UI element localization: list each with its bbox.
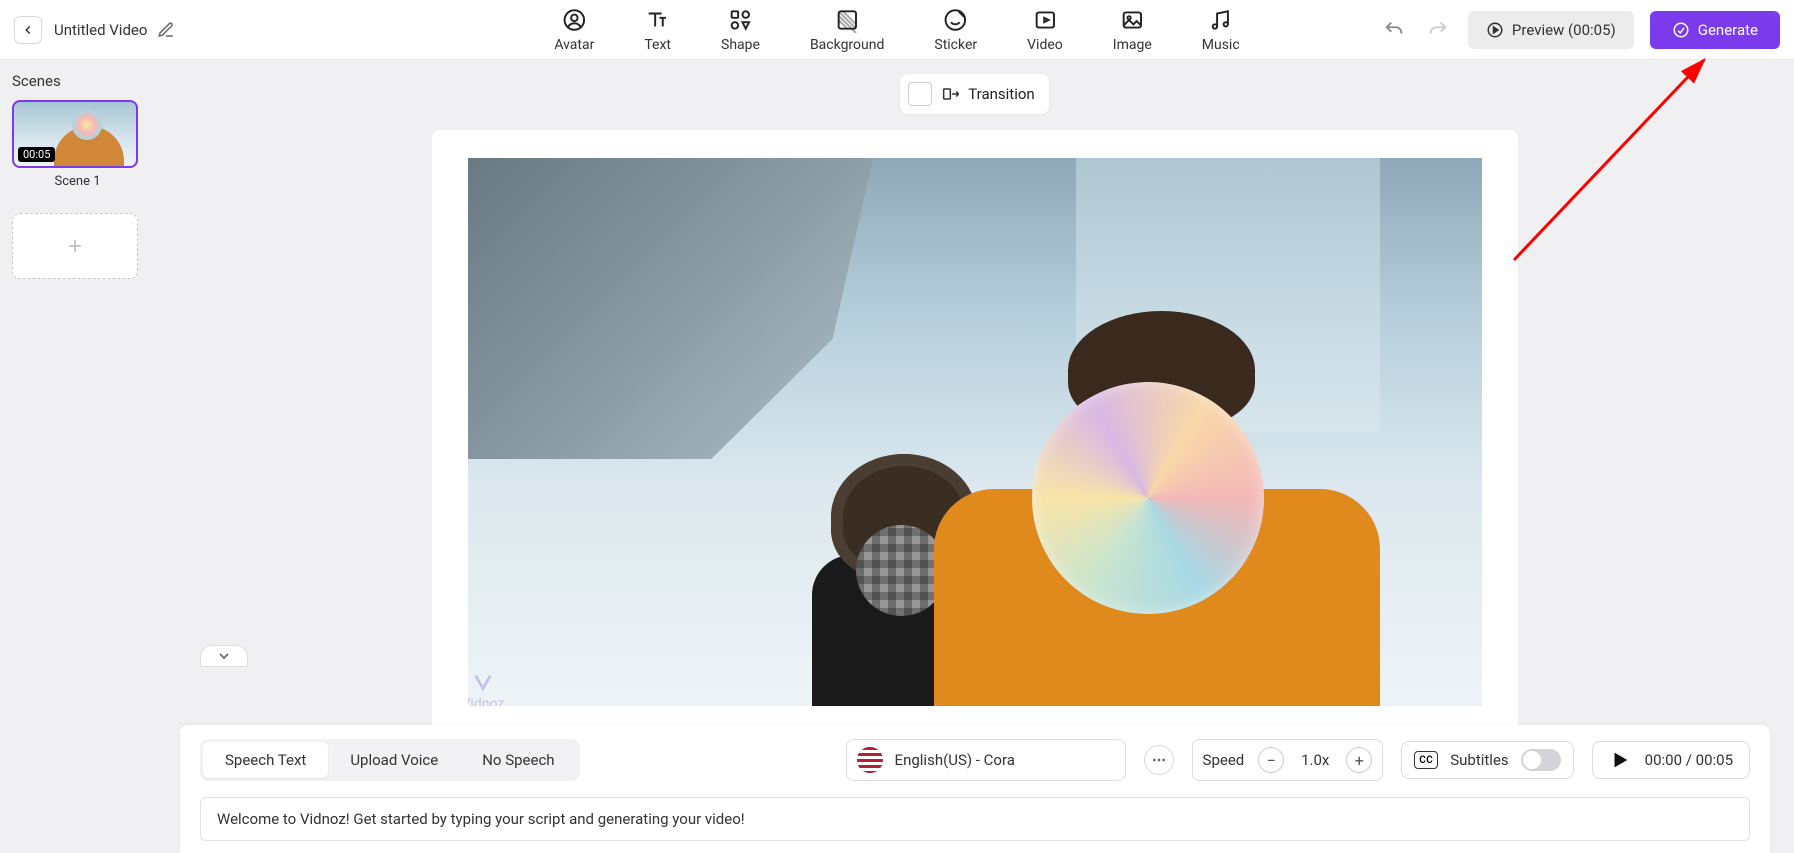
chevron-down-icon [216,648,232,664]
cc-icon: CC [1414,751,1438,769]
tool-shape[interactable]: Shape [721,7,760,53]
subtitles-control: CC Subtitles [1401,741,1573,779]
undo-button[interactable] [1380,16,1408,44]
transition-icon [942,84,962,104]
transition-checkbox[interactable] [908,82,932,106]
generate-button[interactable]: Generate [1650,11,1780,49]
undo-icon [1383,19,1405,41]
scene-thumbnail-1[interactable]: 00:05 [12,100,138,168]
background-icon [834,7,860,33]
scenes-sidebar: Scenes 00:05 Scene 1 [0,60,155,853]
script-input[interactable] [200,797,1750,841]
speed-increase-button[interactable]: + [1346,747,1372,773]
canvas-frame: Vidnoz [432,130,1518,734]
face-blur-primary [1032,382,1264,614]
speed-decrease-button[interactable]: − [1258,747,1284,773]
speed-control: Speed − 1.0x + [1192,739,1384,781]
play-button[interactable] [1609,749,1631,771]
video-canvas[interactable]: Vidnoz [468,158,1482,706]
shape-icon [727,7,753,33]
play-circle-icon [1486,21,1504,39]
scene-name-1: Scene 1 [12,174,143,189]
speech-tabs: Speech Text Upload Voice No Speech [200,739,580,781]
plus-icon [65,236,85,256]
video-icon [1032,7,1058,33]
generate-icon [1672,21,1690,39]
video-title[interactable]: Untitled Video [54,21,147,39]
more-horizontal-icon [1151,752,1167,768]
tool-sticker[interactable]: Sticker [934,7,977,53]
tool-avatar[interactable]: Avatar [554,7,594,53]
tool-background[interactable]: Background [810,7,884,53]
music-icon [1208,7,1234,33]
subtitles-toggle[interactable] [1521,749,1561,771]
tool-text[interactable]: Text [644,7,671,53]
tool-image[interactable]: Image [1113,7,1152,53]
scene-duration: 00:05 [18,147,55,162]
speed-value: 1.0x [1298,751,1332,769]
flag-us-icon [857,747,883,773]
tab-speech-text[interactable]: Speech Text [203,742,328,778]
tab-no-speech[interactable]: No Speech [460,742,576,778]
watermark: Vidnoz [468,672,505,706]
speech-panel: Speech Text Upload Voice No Speech Engli… [180,725,1770,853]
add-scene-button[interactable] [12,213,138,279]
redo-button[interactable] [1424,16,1452,44]
playback-time-box: 00:00 / 00:05 [1592,741,1750,779]
chevron-left-icon [21,23,35,37]
edit-title-icon[interactable] [157,21,175,39]
avatar-icon [561,7,587,33]
preview-button[interactable]: Preview (00:05) [1468,11,1634,49]
playback-time: 00:00 / 00:05 [1645,751,1733,769]
transition-toggle-bar: Transition [900,74,1048,114]
tab-upload-voice[interactable]: Upload Voice [328,742,460,778]
text-icon [645,7,671,33]
image-icon [1119,7,1145,33]
sticker-icon [943,7,969,33]
collapse-panel-button[interactable] [200,645,248,667]
redo-icon [1427,19,1449,41]
voice-selector[interactable]: English(US) - Cora [846,739,1126,781]
tool-music[interactable]: Music [1202,7,1240,53]
scenes-title: Scenes [12,72,143,90]
top-bar: Untitled Video Avatar Text Shape Backgro… [0,0,1794,60]
voice-more-button[interactable] [1144,745,1174,775]
tool-video[interactable]: Video [1027,7,1063,53]
transition-label: Transition [942,84,1034,104]
toolbar: Avatar Text Shape Background Sticker Vid… [554,7,1239,53]
back-button[interactable] [14,16,42,44]
